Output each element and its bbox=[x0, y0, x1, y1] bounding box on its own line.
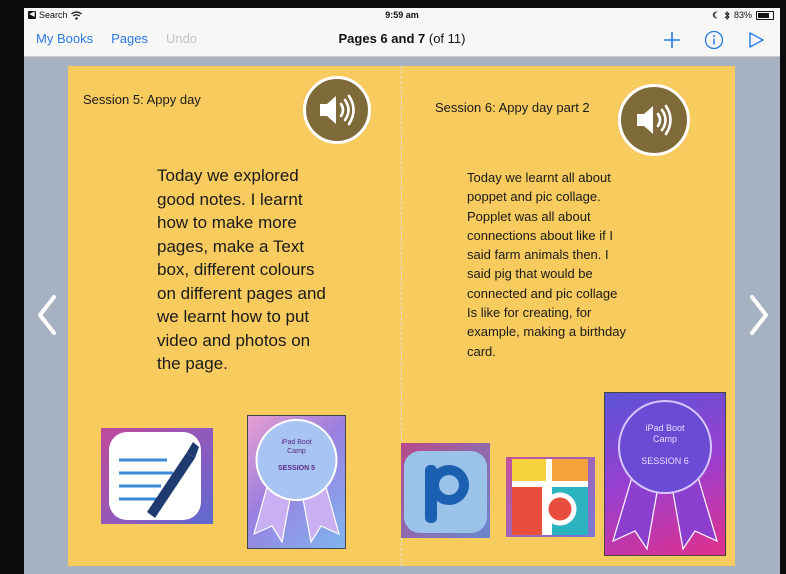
left-audio-button[interactable] bbox=[303, 76, 371, 144]
badge-5-line2: Camp bbox=[287, 448, 306, 455]
goodnotes-icon bbox=[109, 432, 201, 520]
popplet-app-image bbox=[401, 443, 490, 538]
info-button[interactable] bbox=[702, 28, 726, 52]
award-ribbon-icon bbox=[253, 419, 340, 544]
badge-5-line3: SESSION 5 bbox=[278, 465, 315, 472]
right-audio-button[interactable] bbox=[618, 84, 690, 156]
session-6-badge: iPad Boot Camp SESSION 6 bbox=[604, 392, 726, 556]
play-button[interactable] bbox=[744, 28, 768, 52]
speaker-icon bbox=[320, 94, 355, 126]
status-time: 9:59 am bbox=[385, 10, 419, 20]
page-total: (of 11) bbox=[428, 31, 466, 46]
screen: ◀ Search 9:59 am 83% My Books Pages Undo… bbox=[24, 8, 780, 574]
badge-6-line3: SESSION 6 bbox=[641, 456, 689, 466]
right-session-title: Session 6: Appy day part 2 bbox=[435, 100, 590, 115]
pic-collage-icon bbox=[512, 459, 588, 535]
info-icon bbox=[704, 30, 724, 50]
chevron-left-icon bbox=[38, 295, 56, 335]
battery-icon bbox=[756, 10, 774, 20]
previous-page-button[interactable] bbox=[32, 293, 62, 337]
pic-collage-app-image bbox=[506, 457, 595, 537]
award-ribbon-icon bbox=[612, 400, 718, 551]
badge-6-line2: Camp bbox=[652, 434, 677, 444]
goodnotes-app-image bbox=[101, 428, 213, 524]
left-session-title: Session 5: Appy day bbox=[83, 92, 201, 107]
book-spread: Session 5: Appy day Today we explored go… bbox=[68, 66, 735, 566]
battery-percent: 83% bbox=[733, 10, 752, 20]
left-body-text: Today we explored good notes. I learnt h… bbox=[157, 166, 326, 373]
session-5-badge: iPad Boot Camp SESSION 5 bbox=[247, 415, 346, 549]
badge-5-line1: iPad Boot bbox=[281, 439, 312, 446]
chevron-right-icon bbox=[750, 295, 768, 335]
badge-6-line1: iPad Boot bbox=[645, 423, 685, 433]
bluetooth-icon bbox=[724, 10, 730, 20]
play-icon bbox=[749, 32, 764, 48]
speaker-icon bbox=[637, 104, 672, 136]
add-button[interactable] bbox=[660, 28, 684, 52]
device-frame: ◀ Search 9:59 am 83% My Books Pages Undo… bbox=[0, 0, 786, 574]
page-range: Pages 6 and 7 bbox=[338, 31, 426, 46]
moon-icon bbox=[712, 11, 718, 19]
right-body-text: Today we learnt all about poppet and pic… bbox=[467, 170, 626, 359]
nav-bar: My Books Pages Undo Pages 6 and 7 (of 11… bbox=[24, 23, 780, 57]
status-indicators: 83% bbox=[712, 10, 774, 20]
next-page-button[interactable] bbox=[744, 293, 774, 337]
status-bar: ◀ Search 9:59 am 83% bbox=[24, 8, 780, 23]
popplet-icon bbox=[404, 451, 487, 533]
plus-icon bbox=[664, 32, 680, 48]
